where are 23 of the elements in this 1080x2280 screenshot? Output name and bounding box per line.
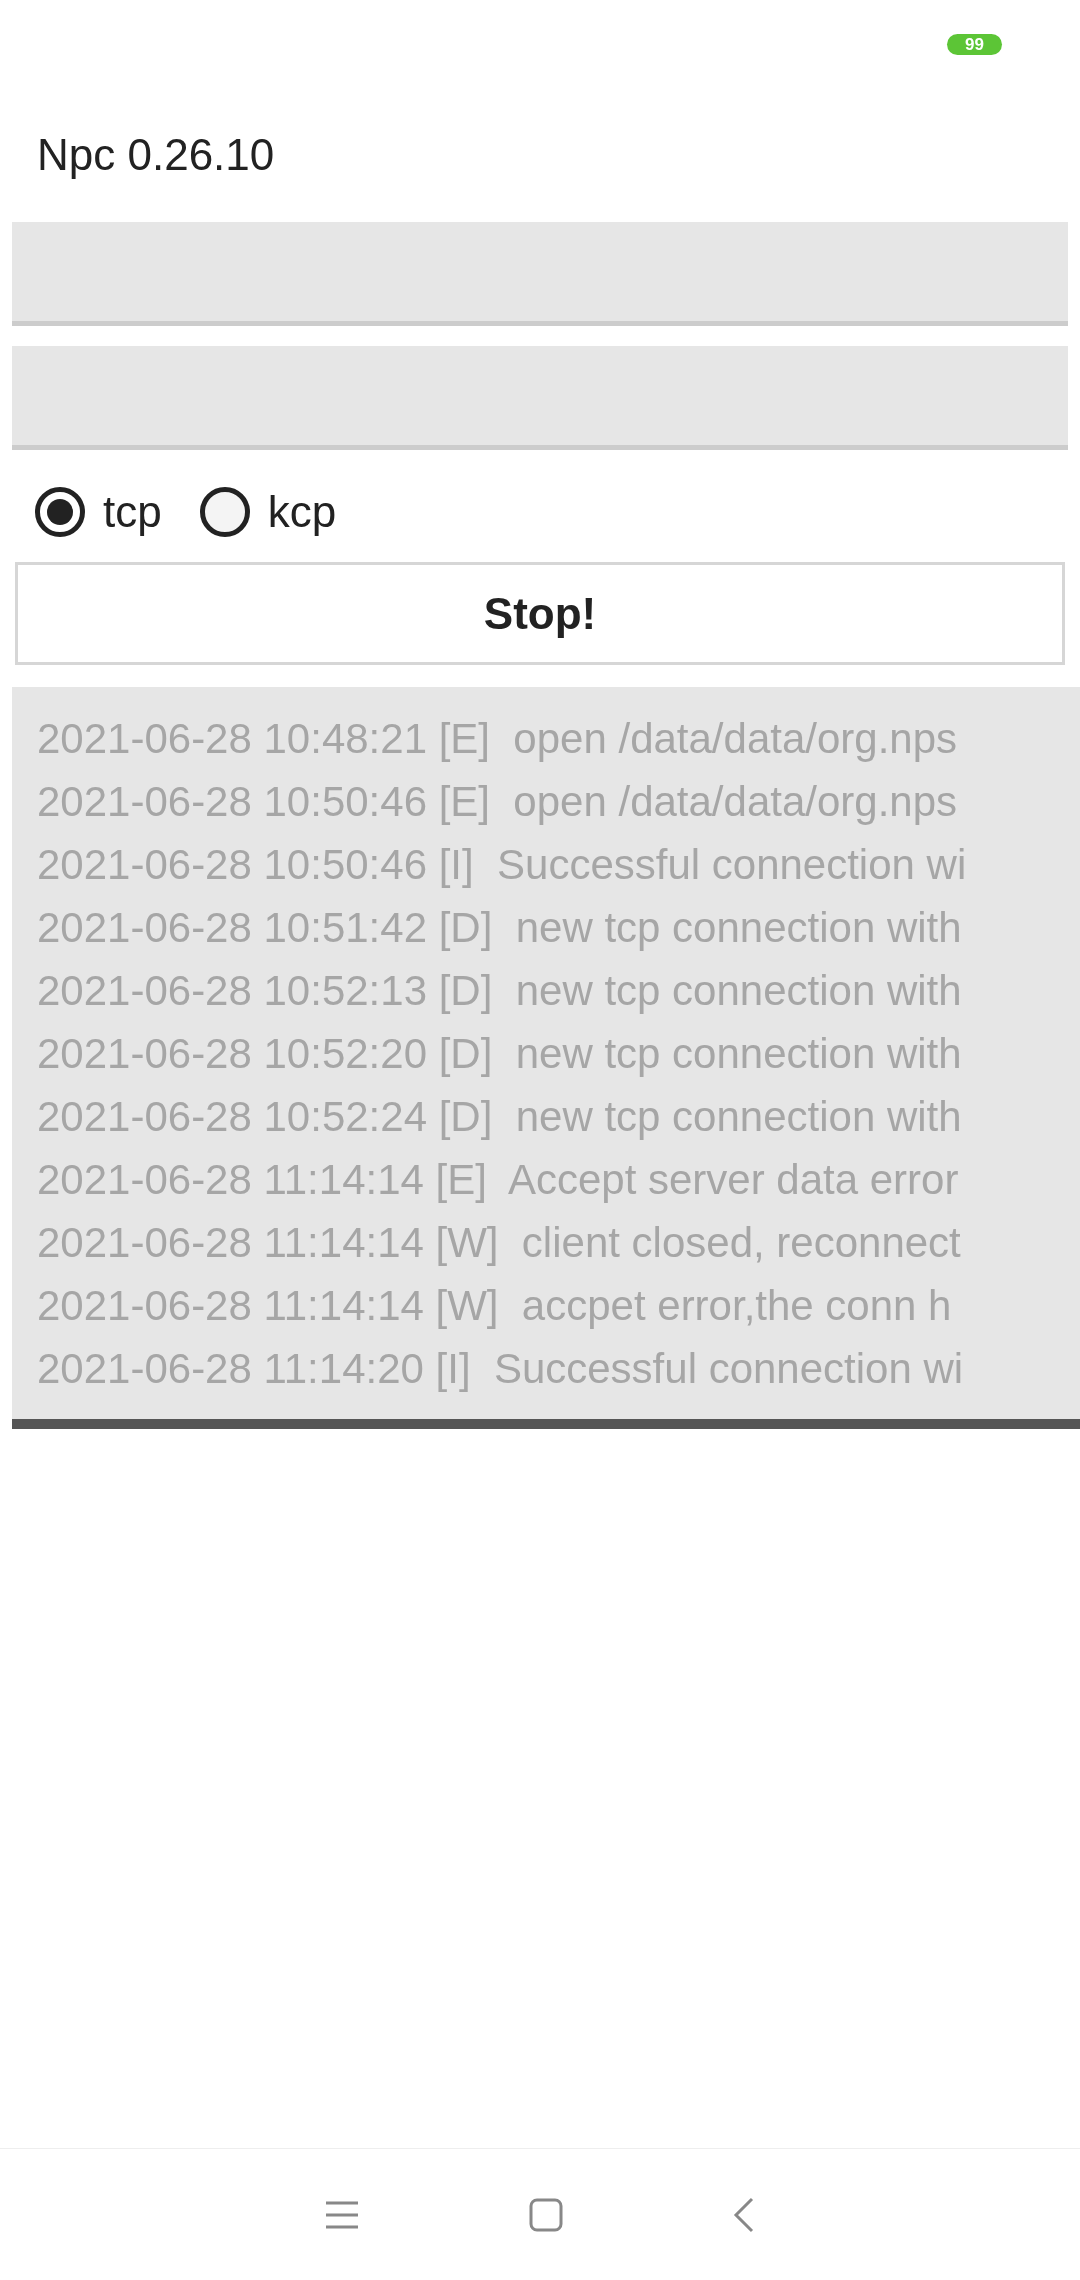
log-line: 2021-06-28 11:14:14 [W] client closed, reconnect xyxy=(37,1218,962,1268)
radio-label: kcp xyxy=(267,486,337,538)
back-icon[interactable] xyxy=(733,2196,755,2233)
log-line: 2021-06-28 11:14:14 [W] accpet error,the conn h xyxy=(37,1281,953,1331)
radio-button[interactable] xyxy=(199,487,250,537)
app-title: Npc 0.26.10 xyxy=(37,130,275,179)
log-line: 2021-06-28 11:14:20 [I] Successful connection wi xyxy=(37,1344,965,1394)
log-line: 2021-06-28 10:52:24 [D] new tcp connection with xyxy=(37,1092,963,1142)
log-line: 2021-06-28 10:50:46 [E] open /data/data/org.nps xyxy=(37,777,959,827)
log-line: 2021-06-28 10:50:46 [I] Successful connection wi xyxy=(37,840,968,890)
log-line: 2021-06-28 10:52:13 [D] new tcp connection with xyxy=(37,966,963,1016)
log-line: 2021-06-28 10:51:42 [D] new tcp connection with xyxy=(37,903,963,953)
log-line: 2021-06-28 10:48:21 [E] open /data/data/org.nps xyxy=(37,714,959,764)
radio-label: tcp xyxy=(103,486,162,538)
log-line: 2021-06-28 10:52:20 [D] new tcp connection with xyxy=(37,1029,963,1079)
battery-indicator: 99 xyxy=(947,33,1002,55)
stop-button[interactable]: Stop! xyxy=(15,562,1065,665)
input-field[interactable] xyxy=(12,222,1068,326)
input-field[interactable] xyxy=(12,346,1068,450)
log-line: 2021-06-28 11:14:14 [E] Accept server data error xyxy=(37,1155,960,1205)
home-icon[interactable] xyxy=(529,2197,563,2232)
radio-button[interactable] xyxy=(35,487,85,537)
menu-icon[interactable] xyxy=(325,2200,359,2229)
